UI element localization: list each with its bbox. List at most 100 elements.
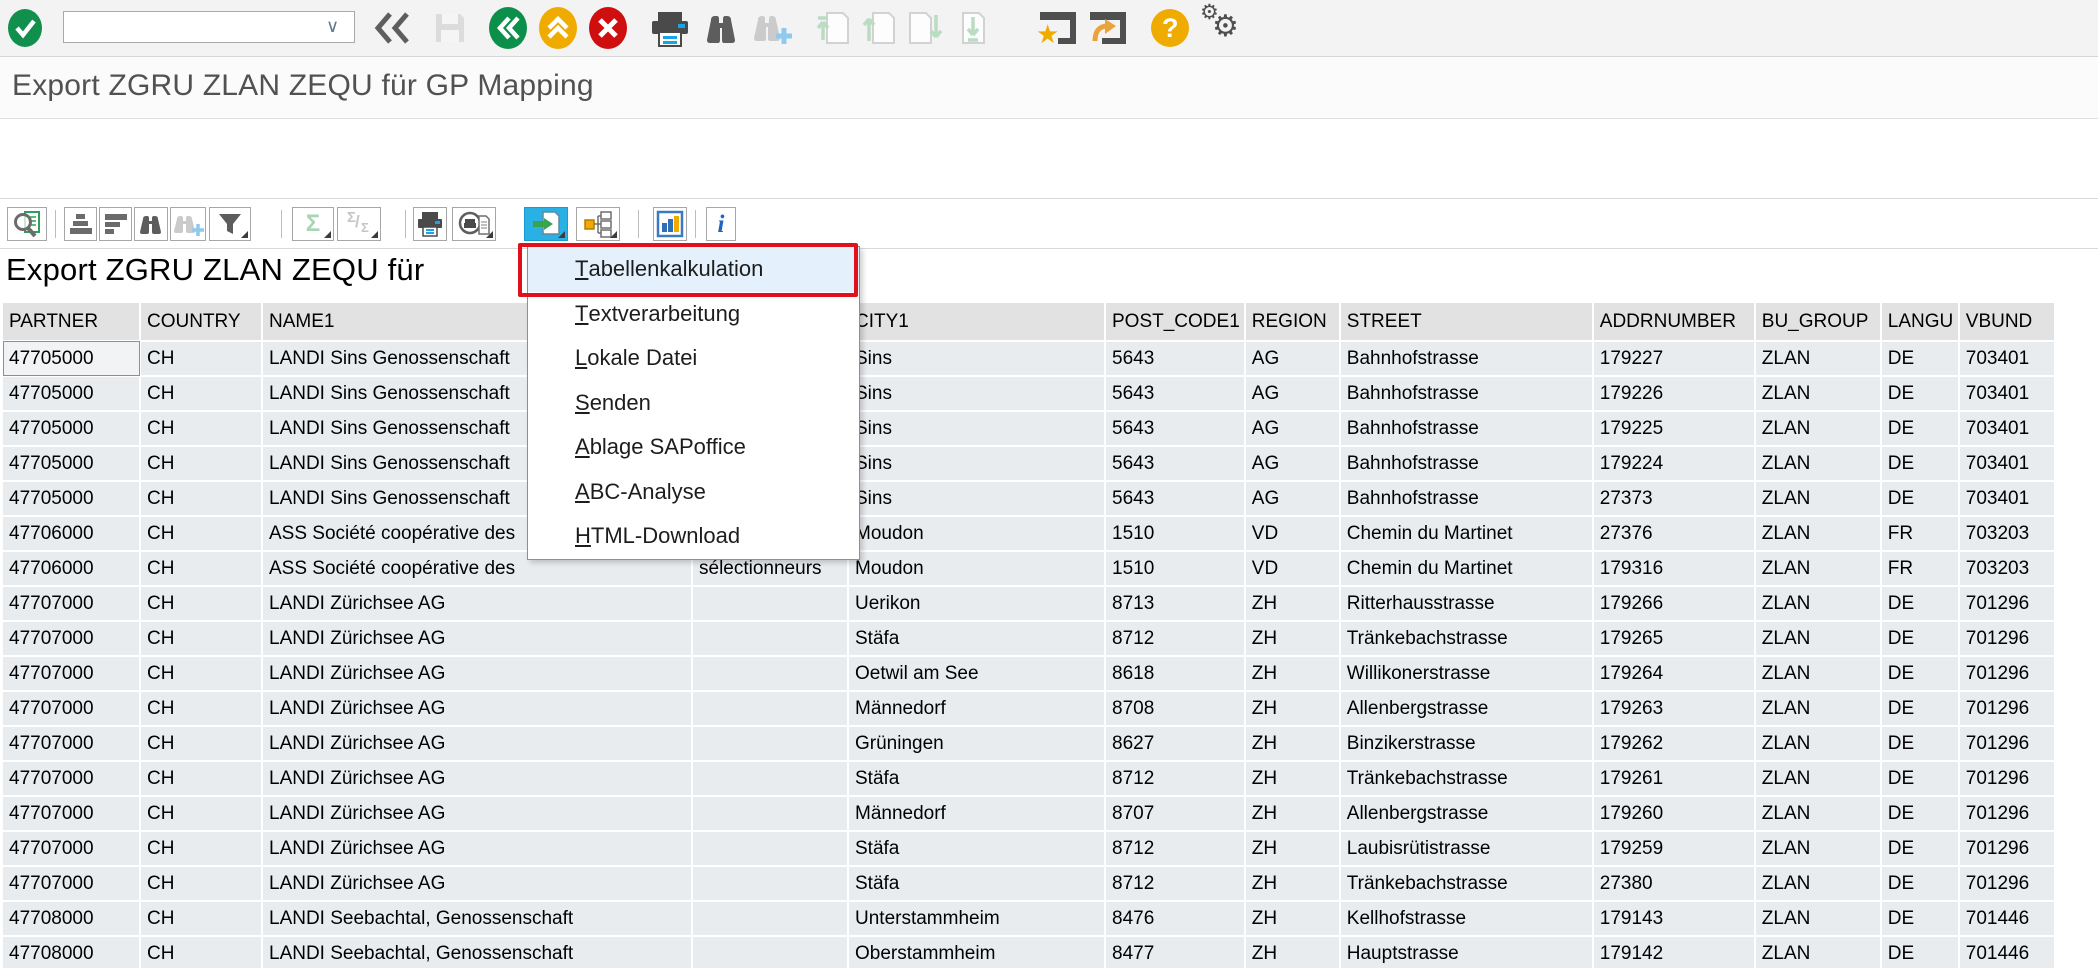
table-cell[interactable]: 701296 bbox=[1959, 586, 2055, 621]
table-cell[interactable]: 5643 bbox=[1105, 481, 1245, 516]
table-cell[interactable]: CH bbox=[140, 726, 262, 761]
table-cell[interactable]: 8713 bbox=[1105, 586, 1245, 621]
table-cell[interactable]: 179261 bbox=[1593, 761, 1755, 796]
table-cell[interactable]: 47707000 bbox=[3, 796, 140, 831]
table-cell[interactable]: ZLAN bbox=[1755, 586, 1881, 621]
table-cell[interactable]: 703401 bbox=[1959, 376, 2055, 411]
table-cell[interactable]: 179263 bbox=[1593, 691, 1755, 726]
table-cell[interactable] bbox=[692, 866, 848, 901]
table-cell[interactable]: 47706000 bbox=[3, 551, 140, 586]
table-cell[interactable]: Sins bbox=[848, 411, 1105, 446]
table-cell[interactable]: DE bbox=[1881, 621, 1959, 656]
details-button[interactable] bbox=[7, 207, 47, 241]
info-button[interactable]: i bbox=[706, 207, 736, 241]
table-cell[interactable] bbox=[692, 831, 848, 866]
table-cell[interactable]: 27373 bbox=[1593, 481, 1755, 516]
table-cell[interactable]: DE bbox=[1881, 411, 1959, 446]
table-cell[interactable]: ZH bbox=[1245, 656, 1340, 691]
table-cell[interactable]: Chemin du Martinet bbox=[1340, 551, 1593, 586]
table-cell[interactable]: DE bbox=[1881, 656, 1959, 691]
table-cell[interactable]: 701446 bbox=[1959, 936, 2055, 968]
table-cell[interactable]: Oetwil am See bbox=[848, 656, 1105, 691]
column-header[interactable]: LANGU bbox=[1881, 303, 1959, 341]
find-button-grid[interactable] bbox=[134, 207, 168, 241]
table-cell[interactable]: 8477 bbox=[1105, 936, 1245, 968]
table-cell[interactable]: 27380 bbox=[1593, 866, 1755, 901]
table-cell[interactable]: Grüningen bbox=[848, 726, 1105, 761]
table-cell[interactable]: 179142 bbox=[1593, 936, 1755, 968]
table-cell[interactable]: 179262 bbox=[1593, 726, 1755, 761]
table-cell[interactable]: CH bbox=[140, 691, 262, 726]
back-button[interactable] bbox=[486, 6, 530, 50]
table-cell[interactable]: ZLAN bbox=[1755, 761, 1881, 796]
print-button[interactable] bbox=[648, 6, 692, 50]
table-cell[interactable]: Männedorf bbox=[848, 691, 1105, 726]
table-cell[interactable]: 47705000 bbox=[3, 341, 140, 376]
next-page-button[interactable] bbox=[903, 6, 947, 50]
table-cell[interactable]: Stäfa bbox=[848, 761, 1105, 796]
table-cell[interactable]: ZH bbox=[1245, 936, 1340, 968]
table-cell[interactable]: Allenbergstrasse bbox=[1340, 691, 1593, 726]
sum-button[interactable]: Σ bbox=[292, 207, 334, 241]
table-cell[interactable]: ZH bbox=[1245, 796, 1340, 831]
table-cell[interactable]: 701296 bbox=[1959, 691, 2055, 726]
export-button[interactable] bbox=[524, 207, 568, 241]
column-header[interactable]: STREET bbox=[1340, 303, 1593, 341]
table-cell[interactable]: 179265 bbox=[1593, 621, 1755, 656]
table-cell[interactable]: 47705000 bbox=[3, 376, 140, 411]
table-cell[interactable]: 47707000 bbox=[3, 726, 140, 761]
subtotal-button[interactable]: Σ/Σ bbox=[337, 207, 381, 241]
table-cell[interactable]: 703401 bbox=[1959, 341, 2055, 376]
table-cell[interactable]: CH bbox=[140, 796, 262, 831]
table-cell[interactable]: 8708 bbox=[1105, 691, 1245, 726]
table-cell[interactable] bbox=[692, 726, 848, 761]
table-cell[interactable]: ZH bbox=[1245, 901, 1340, 936]
chart-button[interactable] bbox=[653, 207, 687, 241]
table-cell[interactable]: 179226 bbox=[1593, 376, 1755, 411]
table-cell[interactable]: Bahnhofstrasse bbox=[1340, 411, 1593, 446]
table-cell[interactable]: 701296 bbox=[1959, 761, 2055, 796]
table-cell[interactable]: ZLAN bbox=[1755, 901, 1881, 936]
menu-item[interactable]: HTML-Download bbox=[528, 514, 859, 559]
table-cell[interactable]: 701296 bbox=[1959, 866, 2055, 901]
menu-item[interactable]: Ablage SAPoffice bbox=[528, 425, 859, 470]
table-cell[interactable]: Allenbergstrasse bbox=[1340, 796, 1593, 831]
table-cell[interactable]: 47705000 bbox=[3, 411, 140, 446]
table-cell[interactable]: CH bbox=[140, 516, 262, 551]
table-cell[interactable]: Stäfa bbox=[848, 831, 1105, 866]
table-cell[interactable]: ZLAN bbox=[1755, 481, 1881, 516]
table-cell[interactable]: LANDI Zürichsee AG bbox=[262, 586, 692, 621]
table-cell[interactable]: 179225 bbox=[1593, 411, 1755, 446]
table-cell[interactable]: 27376 bbox=[1593, 516, 1755, 551]
table-cell[interactable]: 179227 bbox=[1593, 341, 1755, 376]
table-cell[interactable]: ZLAN bbox=[1755, 411, 1881, 446]
table-cell[interactable]: Tränkebachstrasse bbox=[1340, 621, 1593, 656]
table-cell[interactable]: Moudon bbox=[848, 551, 1105, 586]
table-cell[interactable]: 703203 bbox=[1959, 551, 2055, 586]
table-cell[interactable] bbox=[692, 761, 848, 796]
command-field[interactable] bbox=[63, 11, 355, 43]
menu-item[interactable]: Tabellenkalkulation bbox=[528, 247, 859, 292]
table-cell[interactable]: CH bbox=[140, 551, 262, 586]
choose-layout-button[interactable] bbox=[576, 207, 620, 241]
table-cell[interactable]: DE bbox=[1881, 341, 1959, 376]
table-cell[interactable]: 179224 bbox=[1593, 446, 1755, 481]
table-cell[interactable]: 47707000 bbox=[3, 761, 140, 796]
help-button[interactable]: ? bbox=[1148, 6, 1192, 50]
table-cell[interactable]: AG bbox=[1245, 376, 1340, 411]
table-cell[interactable]: 703203 bbox=[1959, 516, 2055, 551]
column-header[interactable]: COUNTRY bbox=[140, 303, 262, 341]
table-cell[interactable]: DE bbox=[1881, 831, 1959, 866]
table-cell[interactable]: CH bbox=[140, 761, 262, 796]
table-cell[interactable]: DE bbox=[1881, 691, 1959, 726]
table-cell[interactable]: CH bbox=[140, 446, 262, 481]
table-cell[interactable]: Bahnhofstrasse bbox=[1340, 341, 1593, 376]
table-cell[interactable]: LANDI Zürichsee AG bbox=[262, 656, 692, 691]
table-cell[interactable]: 703401 bbox=[1959, 481, 2055, 516]
table-cell[interactable]: Uerikon bbox=[848, 586, 1105, 621]
table-cell[interactable]: CH bbox=[140, 831, 262, 866]
table-cell[interactable]: 5643 bbox=[1105, 341, 1245, 376]
table-cell[interactable]: 179143 bbox=[1593, 901, 1755, 936]
table-cell[interactable]: 47705000 bbox=[3, 446, 140, 481]
table-cell[interactable]: Männedorf bbox=[848, 796, 1105, 831]
